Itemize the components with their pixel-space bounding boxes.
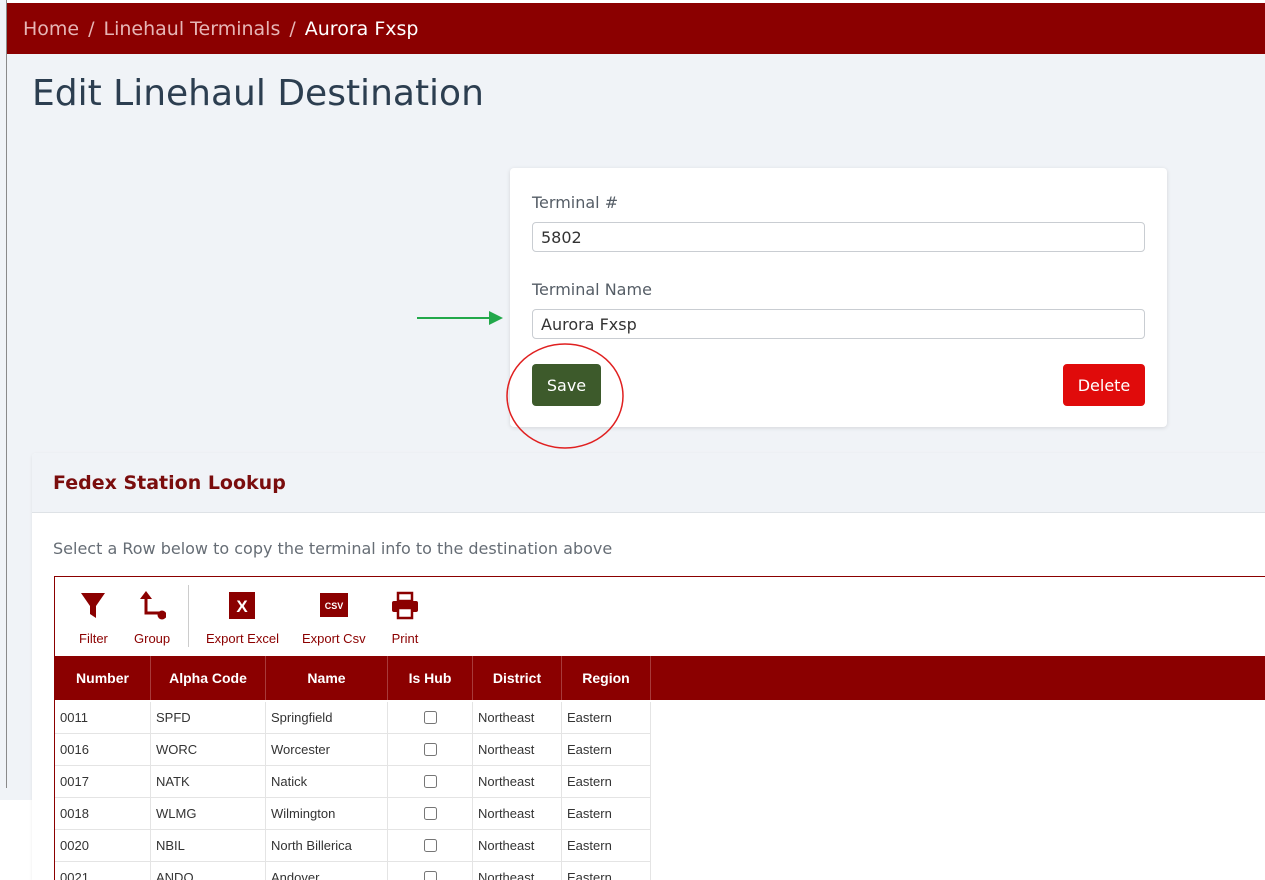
grid-header-row: Number Alpha Code Name Is Hub District R… — [55, 656, 1265, 700]
cell-district: Northeast — [473, 798, 562, 829]
column-header-region[interactable]: Region — [562, 656, 651, 700]
cell-is-hub — [388, 702, 473, 733]
cell-number: 0011 — [55, 702, 151, 733]
terminal-name-label: Terminal Name — [532, 280, 652, 299]
cell-region: Eastern — [567, 774, 612, 789]
cell-name: Andover — [266, 862, 388, 880]
fedex-station-lookup-panel: Fedex Station Lookup Select a Row below … — [32, 453, 1265, 880]
breadcrumb-linehaul-terminals[interactable]: Linehaul Terminals — [104, 18, 281, 40]
export-csv-button[interactable]: CSV Export Csv — [302, 591, 366, 646]
cell-number: 0021 — [55, 862, 151, 880]
grid-toolbar: Filter Group X Export Excel CSV Export C… — [55, 577, 1265, 657]
cell-alpha-code: NBIL — [151, 830, 266, 861]
svg-text:CSV: CSV — [325, 601, 344, 611]
breadcrumb-separator: / — [289, 17, 296, 40]
column-header-is-hub[interactable]: Is Hub — [388, 656, 473, 700]
terminal-name-input[interactable] — [532, 309, 1145, 339]
table-row[interactable]: 0018 WLMG Wilmington Northeast Eastern — [55, 798, 651, 830]
cell-alpha-code: ANDO — [151, 862, 266, 880]
cell-district: Northeast — [473, 862, 562, 880]
group-label: Group — [134, 631, 171, 646]
window-edge — [6, 0, 7, 788]
cell-is-hub — [388, 830, 473, 861]
cell-region: Eastern — [567, 870, 612, 880]
table-row[interactable]: 0020 NBIL North Billerica Northeast East… — [55, 830, 651, 862]
terminal-number-label: Terminal # — [532, 193, 619, 212]
print-button[interactable]: Print — [391, 591, 419, 646]
table-row[interactable]: 0011 SPFD Springfield Northeast Eastern — [55, 702, 651, 734]
column-header-name[interactable]: Name — [266, 656, 388, 700]
group-icon — [140, 591, 167, 620]
table-row[interactable]: 0021 ANDO Andover Northeast Eastern — [55, 862, 651, 880]
print-label: Print — [391, 631, 419, 646]
cell-district: Northeast — [473, 830, 562, 861]
is-hub-checkbox[interactable] — [423, 711, 437, 724]
is-hub-checkbox[interactable] — [423, 807, 437, 820]
cell-number: 0017 — [55, 766, 151, 797]
page-title: Edit Linehaul Destination — [32, 73, 484, 114]
column-header-number[interactable]: Number — [55, 656, 151, 700]
breadcrumb-home[interactable]: Home — [23, 18, 79, 40]
panel-header: Fedex Station Lookup — [32, 453, 1265, 513]
cell-number: 0020 — [55, 830, 151, 861]
cell-name: North Billerica — [266, 830, 388, 861]
toolbar-divider — [188, 585, 189, 647]
cell-is-hub — [388, 734, 473, 765]
export-excel-label: Export Excel — [206, 631, 279, 646]
cell-region: Eastern — [567, 742, 612, 757]
table-row[interactable]: 0017 NATK Natick Northeast Eastern — [55, 766, 651, 798]
table-row[interactable]: 0016 WORC Worcester Northeast Eastern — [55, 734, 651, 766]
filter-icon — [81, 593, 106, 618]
station-grid: Filter Group X Export Excel CSV Export C… — [54, 576, 1265, 880]
print-icon — [392, 591, 418, 620]
annotation-arrow — [417, 311, 503, 325]
grid-body: 0011 SPFD Springfield Northeast Eastern … — [55, 702, 651, 880]
cell-number: 0016 — [55, 734, 151, 765]
is-hub-checkbox[interactable] — [423, 839, 437, 852]
panel-help-text: Select a Row below to copy the terminal … — [53, 539, 613, 558]
cell-name: Springfield — [266, 702, 388, 733]
cell-region: Eastern — [567, 806, 612, 821]
cell-district: Northeast — [473, 734, 562, 765]
is-hub-checkbox[interactable] — [423, 871, 437, 880]
cell-number: 0018 — [55, 798, 151, 829]
edit-destination-form: Terminal # Terminal Name Save Delete — [510, 168, 1167, 427]
cell-is-hub — [388, 798, 473, 829]
cell-alpha-code: NATK — [151, 766, 266, 797]
cell-is-hub — [388, 862, 473, 880]
column-header-district[interactable]: District — [473, 656, 562, 700]
cell-is-hub — [388, 766, 473, 797]
cell-district: Northeast — [473, 702, 562, 733]
filter-button[interactable]: Filter — [79, 591, 108, 646]
save-button[interactable]: Save — [532, 364, 601, 406]
filter-label: Filter — [79, 631, 108, 646]
is-hub-checkbox[interactable] — [423, 743, 437, 756]
excel-icon: X — [229, 592, 256, 619]
breadcrumb-separator: / — [88, 17, 95, 40]
csv-icon: CSV — [319, 593, 348, 617]
page-background-strip — [0, 800, 32, 880]
cell-region: Eastern — [567, 710, 612, 725]
column-header-alpha-code[interactable]: Alpha Code — [151, 656, 266, 700]
export-csv-label: Export Csv — [302, 631, 366, 646]
cell-name: Worcester — [266, 734, 388, 765]
terminal-number-input[interactable] — [532, 222, 1145, 252]
is-hub-checkbox[interactable] — [423, 775, 437, 788]
cell-region: Eastern — [567, 838, 612, 853]
breadcrumb: Home / Linehaul Terminals / Aurora Fxsp — [7, 0, 1265, 54]
cell-alpha-code: WLMG — [151, 798, 266, 829]
delete-button[interactable]: Delete — [1063, 364, 1145, 406]
cell-name: Wilmington — [266, 798, 388, 829]
svg-text:X: X — [237, 597, 249, 616]
export-excel-button[interactable]: X Export Excel — [206, 591, 279, 646]
cell-alpha-code: SPFD — [151, 702, 266, 733]
panel-title: Fedex Station Lookup — [53, 471, 286, 494]
breadcrumb-current: Aurora Fxsp — [304, 17, 419, 40]
group-button[interactable]: Group — [134, 591, 170, 646]
cell-name: Natick — [266, 766, 388, 797]
cell-alpha-code: WORC — [151, 734, 266, 765]
cell-district: Northeast — [473, 766, 562, 797]
